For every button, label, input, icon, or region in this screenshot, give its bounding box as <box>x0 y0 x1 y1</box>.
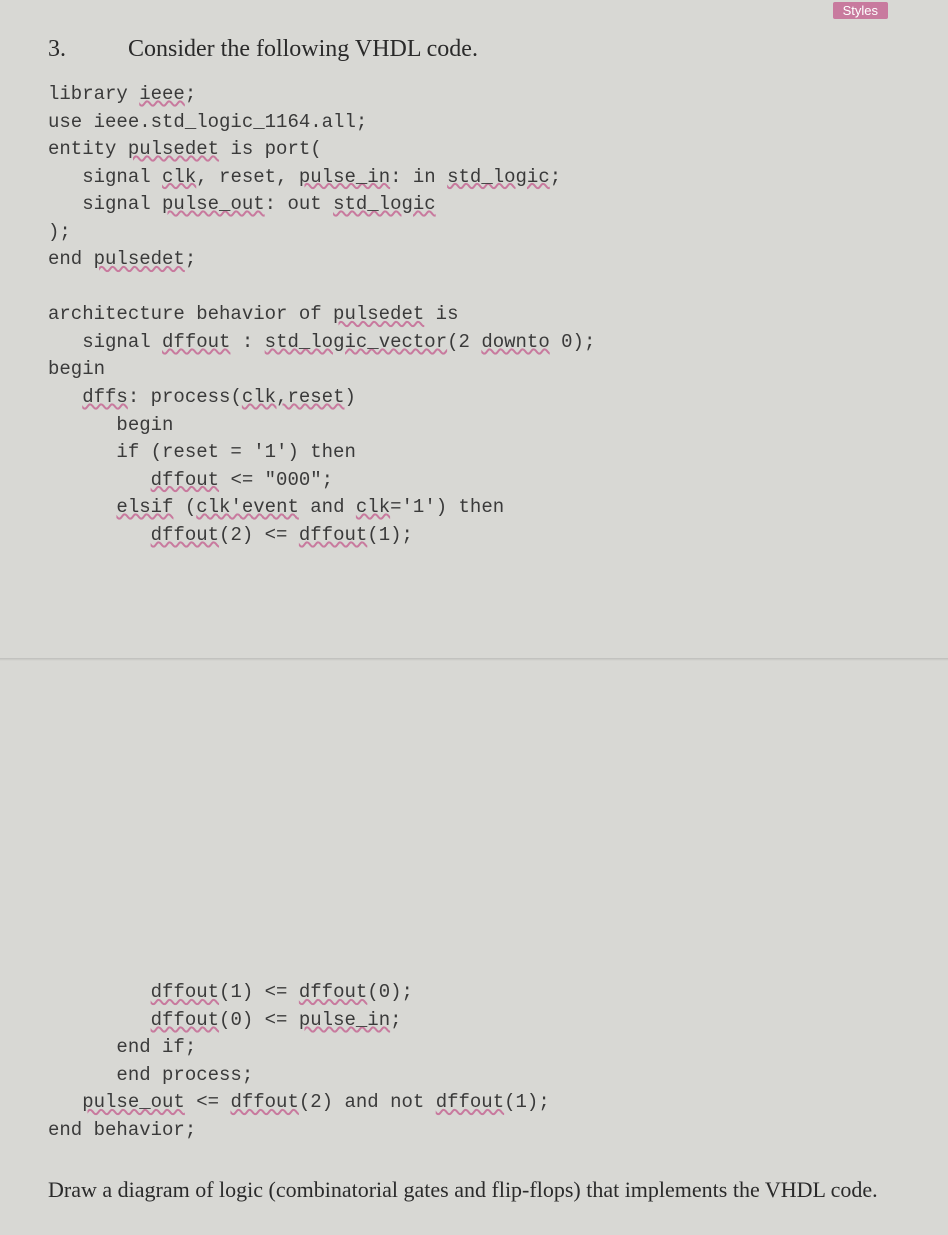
page-content: 3. Consider the following VHDL code. lib… <box>0 0 948 1235</box>
question-number: 3. <box>48 36 128 63</box>
vhdl-code-top: library ieee; use ieee.std_logic_1164.al… <box>48 81 918 549</box>
vhdl-code-bottom: dffout(1) <= dffout(0); dffout(0) <= pul… <box>48 979 918 1144</box>
page-gap <box>48 549 918 969</box>
instruction-text: Draw a diagram of logic (combinatorial g… <box>48 1175 918 1206</box>
styles-tab: Styles <box>833 2 888 19</box>
question-header: 3. Consider the following VHDL code. <box>48 36 918 63</box>
page-fold-shadow <box>0 658 948 661</box>
question-prompt: Consider the following VHDL code. <box>128 36 478 63</box>
